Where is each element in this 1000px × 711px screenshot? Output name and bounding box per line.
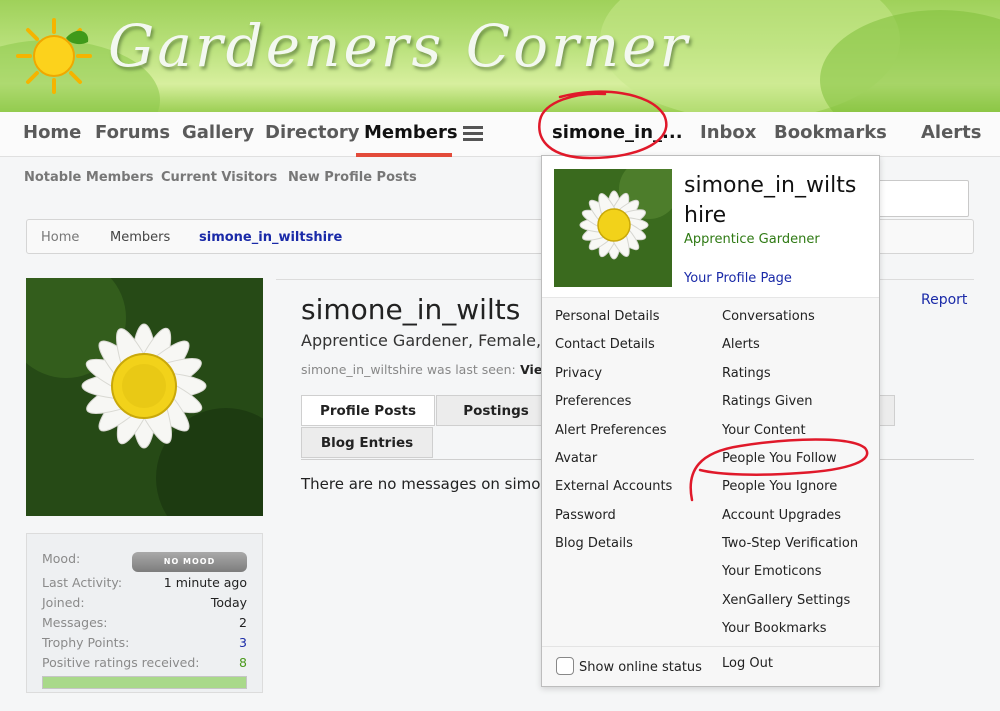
profile-subtitle-text: Apprentice Gardener, Female, [301, 331, 542, 350]
menu-preferences[interactable]: Preferences [555, 394, 631, 409]
profile-name: simone_in_wilts [301, 293, 521, 326]
menu-conversations[interactable]: Conversations [722, 309, 815, 324]
menu-ratings-given[interactable]: Ratings Given [722, 394, 812, 409]
tab-blog-entries[interactable]: Blog Entries [301, 427, 433, 458]
report-link[interactable]: Report [921, 292, 967, 308]
log-out-link[interactable]: Log Out [722, 656, 773, 671]
nav-members[interactable]: Members [364, 122, 458, 143]
dropdown-body: Personal Details Contact Details Privacy… [542, 298, 879, 686]
stat-row: Trophy Points: 3 [42, 635, 247, 653]
stat-row: Positive ratings received: 8 [42, 655, 247, 673]
tab-postings[interactable]: Postings [436, 395, 556, 426]
stat-row: Messages: 2 [42, 615, 247, 633]
dropdown-avatar[interactable] [554, 169, 672, 287]
dropdown-user-title: Apprentice Gardener [684, 232, 820, 247]
nav-home[interactable]: Home [23, 122, 81, 143]
profile-subtitle: Apprentice Gardener, Female, fr [301, 331, 558, 350]
stat-label: Joined: [42, 595, 85, 610]
your-profile-page-link[interactable]: Your Profile Page [684, 271, 792, 286]
site-banner[interactable]: Gardeners Corner [0, 0, 1000, 112]
menu-password[interactable]: Password [555, 508, 616, 523]
menu-alert-preferences[interactable]: Alert Preferences [555, 423, 667, 438]
main-navbar: Home Forums Gallery Directory Members si… [0, 112, 1000, 157]
stat-label: Messages: [42, 615, 108, 630]
menu-people-you-follow[interactable]: People You Follow [722, 451, 837, 466]
menu-two-step-verification[interactable]: Two-Step Verification [722, 536, 858, 551]
progress-fill [43, 677, 246, 688]
subnav-new-profile-posts[interactable]: New Profile Posts [288, 170, 417, 185]
menu-privacy[interactable]: Privacy [555, 366, 602, 381]
active-nav-indicator [356, 153, 452, 157]
menu-ratings[interactable]: Ratings [722, 366, 771, 381]
stat-row: Joined: Today [42, 595, 247, 613]
stat-label: Last Activity: [42, 575, 123, 590]
stat-value[interactable]: 2 [239, 615, 247, 630]
menu-your-emoticons[interactable]: Your Emoticons [722, 564, 822, 579]
nav-alerts[interactable]: Alerts [921, 122, 982, 143]
nav-bookmarks[interactable]: Bookmarks [774, 122, 887, 143]
last-seen: simone_in_wiltshire was last seen: Viev [301, 362, 550, 377]
menu-alerts[interactable]: Alerts [722, 337, 760, 352]
menu-contact-details[interactable]: Contact Details [555, 337, 655, 352]
nav-gallery[interactable]: Gallery [182, 122, 254, 143]
subnav-current-visitors[interactable]: Current Visitors [161, 170, 277, 185]
stat-value: 1 minute ago [163, 575, 247, 590]
stat-label: Trophy Points: [42, 635, 130, 650]
menu-your-bookmarks[interactable]: Your Bookmarks [722, 621, 827, 636]
stat-value[interactable]: 3 [239, 635, 247, 650]
profile-stats-panel: Mood: NO MOOD Last Activity: 1 minute ag… [26, 533, 263, 693]
daisy-avatar-image [554, 169, 672, 287]
subnav-notable-members[interactable]: Notable Members [24, 170, 153, 185]
dropdown-username: simone_in_wiltshire [684, 173, 857, 228]
nav-forums[interactable]: Forums [95, 122, 170, 143]
last-seen-label: simone_in_wiltshire was last seen: [301, 362, 516, 377]
hamburger-menu-icon[interactable] [463, 126, 483, 141]
dropdown-footer-divider [542, 646, 879, 647]
breadcrumb-home[interactable]: Home [41, 230, 79, 245]
menu-external-accounts[interactable]: External Accounts [555, 479, 672, 494]
nav-directory[interactable]: Directory [265, 122, 359, 143]
dropdown-header: simone_in_wiltshire Apprentice Gardener … [542, 156, 879, 298]
menu-blog-details[interactable]: Blog Details [555, 536, 633, 551]
profile-avatar[interactable] [26, 278, 263, 516]
account-dropdown-menu: simone_in_wiltshire Apprentice Gardener … [541, 155, 880, 687]
mood-badge[interactable]: NO MOOD [132, 552, 247, 572]
stat-value[interactable]: 8 [239, 655, 247, 670]
breadcrumb-current[interactable]: simone_in_wiltshire [199, 230, 342, 245]
stat-label: Positive ratings received: [42, 655, 200, 670]
menu-avatar[interactable]: Avatar [555, 451, 597, 466]
tab-profile-posts[interactable]: Profile Posts [301, 395, 435, 426]
sun-icon [16, 18, 92, 94]
ratings-progress-bar [42, 676, 247, 689]
daisy-avatar-image [26, 278, 263, 516]
menu-personal-details[interactable]: Personal Details [555, 309, 659, 324]
stat-value: Today [210, 595, 247, 610]
empty-messages-text: There are no messages on simone [301, 475, 560, 493]
menu-account-upgrades[interactable]: Account Upgrades [722, 508, 841, 523]
online-status-checkbox[interactable] [556, 657, 574, 675]
stat-row: Last Activity: 1 minute ago [42, 575, 247, 593]
breadcrumb-members[interactable]: Members [110, 230, 170, 245]
stat-label: Mood: [42, 551, 81, 566]
show-online-status-label[interactable]: Show online status [579, 660, 702, 675]
site-title: Gardeners Corner [108, 12, 691, 80]
menu-people-you-ignore[interactable]: People You Ignore [722, 479, 837, 494]
menu-xengallery-settings[interactable]: XenGallery Settings [722, 593, 850, 608]
nav-user-account[interactable]: simone_in_... [552, 122, 683, 143]
menu-your-content[interactable]: Your Content [722, 423, 806, 438]
nav-inbox[interactable]: Inbox [700, 122, 756, 143]
